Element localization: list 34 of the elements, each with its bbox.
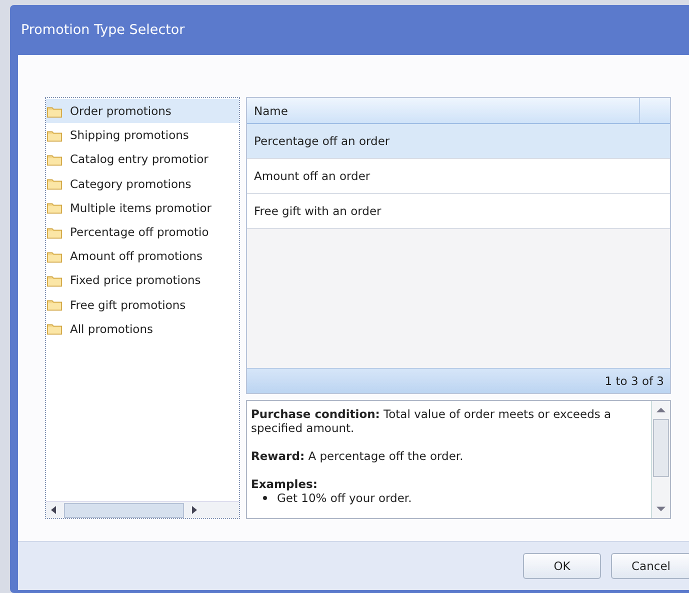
description-text: Purchase condition: Total value of order meets or exceeds a specified amount. bbox=[251, 407, 612, 435]
bullet-icon bbox=[263, 496, 267, 500]
tree-item[interactable]: All promotions bbox=[46, 316, 239, 341]
folder-icon bbox=[47, 128, 62, 142]
description-text: Reward: A percentage off the order. bbox=[251, 449, 464, 463]
tree-item[interactable]: Fixed price promotions bbox=[46, 268, 239, 292]
folder-icon bbox=[47, 201, 62, 214]
folder-icon bbox=[47, 104, 62, 118]
cancel-button[interactable]: Cancel bbox=[611, 553, 689, 579]
table-row[interactable]: Amount off an order bbox=[247, 159, 670, 194]
table-row[interactable]: Percentage off an order bbox=[247, 124, 670, 159]
tree-item[interactable]: Order promotions bbox=[46, 99, 239, 124]
tree-item[interactable]: Multiple items promotior bbox=[46, 196, 239, 220]
paging-text: 1 to 3 of 3 bbox=[604, 374, 664, 388]
ok-button[interactable]: OK bbox=[523, 553, 601, 579]
horizontal-scrollbar[interactable] bbox=[46, 501, 239, 518]
tree-item[interactable]: Category promotions bbox=[46, 172, 239, 196]
folder-icon bbox=[47, 274, 62, 287]
tree-item[interactable]: Percentage off promotio bbox=[46, 220, 239, 244]
window-title: Promotion Type Selector bbox=[21, 22, 185, 38]
folder-icon bbox=[47, 298, 62, 312]
folder-icon bbox=[47, 152, 62, 166]
vertical-scrollbar[interactable] bbox=[651, 401, 670, 518]
tree-item[interactable]: Free gift promotions bbox=[46, 292, 239, 317]
folder-icon bbox=[47, 250, 62, 263]
tree-item[interactable]: Shipping promotions bbox=[46, 123, 239, 148]
tree-item[interactable]: Amount off promotions bbox=[46, 244, 239, 268]
folder-icon bbox=[47, 322, 62, 336]
folder-icon bbox=[47, 177, 62, 190]
folder-icon bbox=[47, 226, 62, 239]
example-text: Get 10% off your order. bbox=[277, 491, 412, 505]
examples-heading: Examples: bbox=[251, 477, 318, 491]
table-row[interactable]: Free gift with an order bbox=[247, 194, 670, 229]
tree-item[interactable]: Catalog entry promotior bbox=[46, 147, 239, 172]
